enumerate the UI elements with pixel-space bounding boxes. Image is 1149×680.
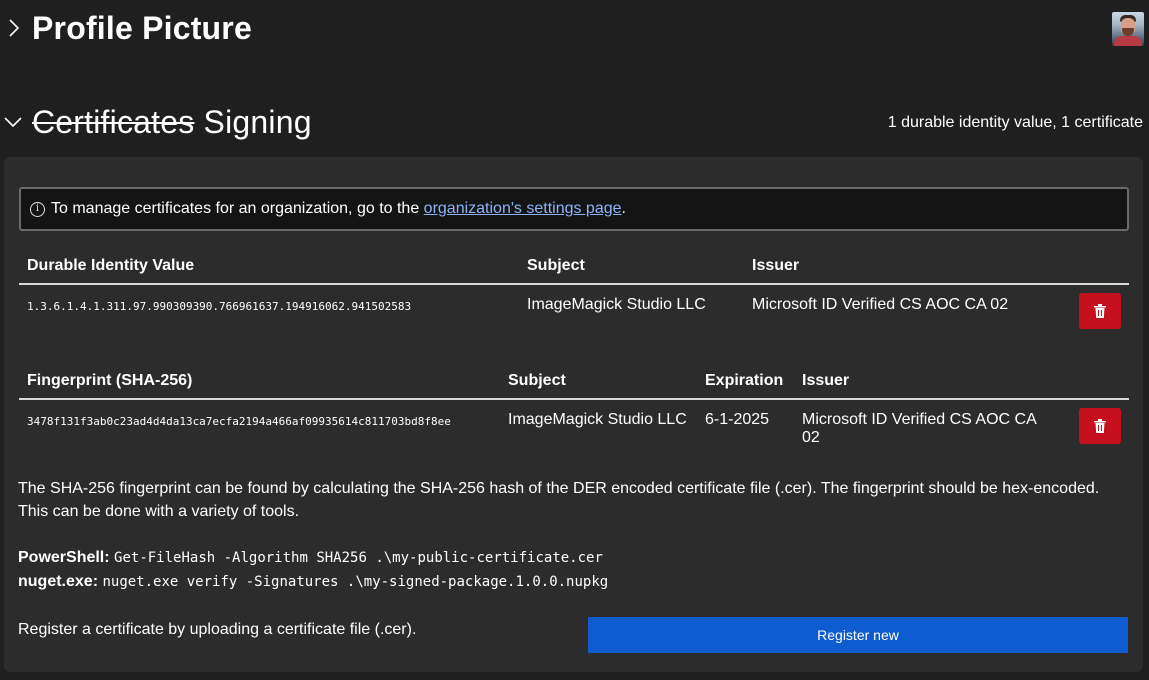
powershell-command: PowerShell: Get-FileHash -Algorithm SHA2… [18, 549, 603, 567]
column-header: Durable Identity Value [27, 257, 195, 274]
certificates-header[interactable]: Certificates Signing 1 durable identity … [0, 100, 1149, 144]
certificates-title-rest: Signing [203, 103, 312, 140]
trash-icon [1094, 419, 1106, 433]
fingerprint-subject: ImageMagick Studio LLC [508, 411, 687, 428]
table-row: 1.3.6.1.4.1.311.97.990309390.766961637.1… [19, 284, 1129, 340]
fingerprint-issuer: Microsoft ID Verified CS AOC CA 02 [802, 411, 1036, 446]
fingerprint-expiration: 6-1-2025 [705, 411, 770, 428]
identity-value: 1.3.6.1.4.1.311.97.990309390.766961637.1… [27, 300, 412, 313]
column-header: Expiration [705, 372, 784, 389]
certificates-title-struck: Certificates [32, 103, 195, 140]
register-new-button[interactable]: Register new [588, 617, 1128, 653]
column-header: Subject [527, 257, 585, 274]
info-text-end: . [621, 200, 626, 217]
fingerprint-table: Fingerprint (SHA-256) Subject Expiration… [19, 364, 1129, 455]
register-instructions: Register a certificate by uploading a ce… [18, 621, 417, 638]
powershell-label: PowerShell: [18, 549, 110, 566]
nuget-code: nuget.exe verify -Signatures .\my-signed… [102, 574, 609, 590]
table-header-row: Durable Identity Value Subject Issuer [19, 249, 1129, 284]
info-banner: i To manage certificates for an organiza… [19, 187, 1129, 231]
identity-subject: ImageMagick Studio LLC [527, 296, 706, 313]
column-header: Fingerprint (SHA-256) [27, 372, 193, 389]
fingerprint-description: The SHA-256 fingerprint can be found by … [18, 480, 1100, 520]
table-row: 3478f131f3ab0c23ad4d4da13ca7ecfa2194a466… [19, 399, 1129, 455]
nuget-command: nuget.exe: nuget.exe verify -Signatures … [18, 573, 608, 591]
profile-picture-title: Profile Picture [32, 9, 252, 46]
delete-identity-button[interactable] [1079, 293, 1121, 329]
delete-certificate-button[interactable] [1079, 408, 1121, 444]
certificates-panel: i To manage certificates for an organiza… [4, 157, 1143, 672]
nuget-label: nuget.exe: [18, 573, 99, 590]
certificates-title: Certificates Signing [32, 104, 312, 141]
info-text: To manage certificates for an organizati… [51, 200, 420, 217]
fingerprint-value: 3478f131f3ab0c23ad4d4da13ca7ecfa2194a466… [27, 415, 451, 428]
avatar [1112, 12, 1144, 46]
chevron-right-icon[interactable] [4, 18, 24, 38]
column-header: Issuer [752, 257, 800, 274]
durable-identity-table: Durable Identity Value Subject Issuer 1.… [19, 249, 1129, 340]
trash-icon [1094, 304, 1106, 318]
powershell-code: Get-FileHash -Algorithm SHA256 .\my-publ… [114, 550, 603, 566]
organization-settings-link[interactable]: organization's settings page [424, 200, 622, 218]
table-header-row: Fingerprint (SHA-256) Subject Expiration… [19, 364, 1129, 399]
info-icon: i [30, 201, 45, 217]
identity-issuer: Microsoft ID Verified CS AOC CA 02 [752, 296, 1009, 313]
column-header: Issuer [802, 372, 850, 389]
chevron-down-icon[interactable] [3, 112, 23, 132]
certificates-summary: 1 durable identity value, 1 certificate [887, 114, 1143, 131]
profile-picture-header[interactable]: Profile Picture [0, 6, 1149, 50]
column-header: Subject [508, 372, 566, 389]
